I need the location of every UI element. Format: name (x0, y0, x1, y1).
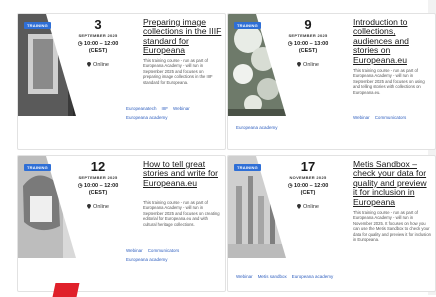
event-location: Online (278, 204, 338, 210)
europeana-logo: europeana (84, 239, 108, 247)
event-date-block: 9 SEPTEMBER 2025 ◷ 10:00 – 13:00 (CEST) O… (278, 17, 338, 69)
event-month: SEPTEMBER 2025 (288, 33, 328, 38)
event-location: Online (68, 204, 128, 210)
tag-link[interactable]: Webinar (236, 274, 253, 279)
europeana-logo: europeana (84, 97, 108, 105)
tag-link[interactable]: Webinar (126, 248, 143, 253)
event-date-block: 3 SEPTEMBER 2025 ◷ 10:00 – 12:00 (CEST) O… (68, 17, 128, 69)
event-month: SEPTEMBER 2025 (78, 33, 118, 38)
event-date-block: 17 NOVEMBER 2025 ◷ 10:00 – 12:00 (CET) On… (278, 159, 338, 211)
event-tags: Webinar Communicators (126, 248, 184, 253)
event-card[interactable]: europeana TRAINING 12 SEPTEMBER 2025 ◷ 1… (17, 155, 226, 292)
tag-link[interactable]: Webinar (173, 106, 190, 111)
event-time: ◷ 10:00 – 12:00 (CEST) (77, 41, 119, 54)
event-description: This training course - run as part of Eu… (143, 58, 213, 85)
event-title-link[interactable]: Introduction to collections, audiences a… (353, 17, 433, 65)
tag-link[interactable]: Europeana academy (292, 274, 334, 279)
tag-link[interactable]: Communicators (148, 248, 180, 253)
location-pin-icon (297, 204, 302, 209)
event-time: ◷ 10:00 – 12:00 (CET) (287, 183, 329, 196)
event-day: 9 (304, 17, 312, 32)
event-title-link[interactable]: Preparing image collections in the IIIF … (143, 17, 223, 56)
event-card[interactable]: TRAINING 17 NOVEMBER 2025 ◷ 10:00 – 12:0… (227, 155, 436, 292)
tag-link[interactable]: Communicators (375, 115, 407, 120)
tag-link[interactable]: Metis sandbox (258, 274, 287, 279)
training-badge: TRAINING (24, 22, 51, 29)
event-tags: Webinar Communicators (353, 115, 411, 120)
tag-link[interactable]: IIIF (162, 106, 169, 111)
event-description: This training course - run as part of Eu… (143, 200, 220, 227)
tag-link[interactable]: Europeana academy (126, 115, 168, 120)
event-day: 3 (94, 17, 102, 32)
event-description: This training course - run as part of Eu… (353, 210, 431, 243)
training-badge: TRAINING (234, 164, 261, 171)
event-month: NOVEMBER 2025 (289, 175, 327, 180)
event-date-block: 12 SEPTEMBER 2025 ◷ 10:00 – 12:00 (CEST) … (68, 159, 128, 211)
event-card[interactable]: TRAINING 9 SEPTEMBER 2025 ◷ 10:00 – 13:0… (227, 13, 436, 150)
event-title-link[interactable]: How to tell great stories and write for … (143, 159, 223, 188)
event-tags: Europeanatech IIIF Webinar (126, 106, 195, 111)
tag-link[interactable]: Europeana academy (126, 257, 168, 262)
event-tags-row2: Europeana academy (126, 115, 173, 120)
event-location: Online (68, 62, 128, 68)
event-time: ◷ 10:00 – 12:00 (CEST) (77, 183, 119, 196)
event-description: This training course - run as part of Eu… (353, 68, 425, 95)
tag-link[interactable]: Webinar (353, 115, 370, 120)
event-tags-row2: Europeana academy (236, 125, 283, 130)
event-card[interactable]: europeana TRAINING 3 SEPTEMBER 2025 ◷ 10… (17, 13, 226, 150)
location-pin-icon (87, 204, 92, 209)
event-month: SEPTEMBER 2025 (78, 175, 118, 180)
training-badge: TRAINING (24, 164, 51, 171)
event-tags: Webinar Metis sandbox Europeana academy (236, 274, 338, 279)
training-badge: TRAINING (234, 22, 261, 29)
location-pin-icon (297, 62, 302, 67)
event-day: 17 (300, 159, 316, 174)
event-location: Online (278, 62, 338, 68)
event-title-link[interactable]: Metis Sandbox – check your data for qual… (353, 159, 433, 207)
location-pin-icon (87, 62, 92, 67)
tag-link[interactable]: Europeanatech (126, 106, 157, 111)
event-time: ◷ 10:00 – 13:00 (CEST) (287, 41, 329, 54)
event-tags-row2: Europeana academy (126, 257, 173, 262)
tag-link[interactable]: Europeana academy (236, 125, 278, 130)
event-day: 12 (90, 159, 106, 174)
